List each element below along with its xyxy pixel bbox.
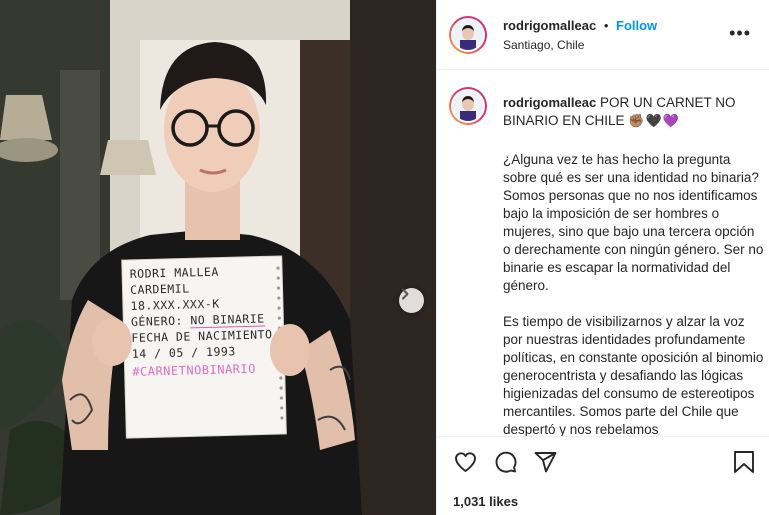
more-options-icon[interactable]: ••• — [729, 24, 751, 42]
carnet-card-text: RODRI MALLEA CARDEMIL 18.XXX.XXX-K GÉNER… — [130, 262, 281, 380]
caption-scroll-area[interactable]: rodrigomalleac POR UN CARNET NO BINARIO … — [437, 71, 769, 436]
caption-avatar[interactable] — [449, 87, 487, 125]
carousel-next-button[interactable] — [399, 288, 424, 313]
caption-emoji: ✊🏽🖤💜 — [628, 113, 680, 128]
caption-header: rodrigomalleac POR UN CARNET NO BINARIO … — [503, 94, 763, 130]
avatar[interactable] — [449, 16, 487, 54]
card-birthdate-value: 14 / 05 / 1993 — [131, 344, 236, 361]
post-photo[interactable]: RODRI MALLEA CARDEMIL 18.XXX.XXX-K GÉNER… — [0, 0, 436, 515]
avatar-image — [453, 91, 483, 121]
header-user-line: rodrigomalleac • Follow — [503, 18, 657, 33]
caption-body: ¿Alguna vez te has hecho la pregunta sob… — [503, 151, 765, 436]
post-actions: 1,031 likes — [437, 436, 769, 515]
follow-button[interactable]: Follow — [616, 18, 657, 33]
post-side-panel: rodrigomalleac • Follow Santiago, Chile … — [436, 0, 769, 515]
caption-username-link[interactable]: rodrigomalleac — [503, 95, 596, 110]
username-link[interactable]: rodrigomalleac — [503, 18, 596, 33]
heart-icon[interactable] — [453, 450, 478, 474]
avatar-image — [453, 20, 483, 50]
likes-count[interactable]: 1,031 likes — [453, 494, 518, 509]
bookmark-icon[interactable] — [733, 450, 755, 474]
comment-icon[interactable] — [493, 450, 518, 474]
card-gender-label: GÉNERO: — [130, 313, 184, 329]
location-link[interactable]: Santiago, Chile — [503, 38, 584, 52]
post-header: rodrigomalleac • Follow Santiago, Chile … — [437, 0, 769, 70]
share-icon[interactable] — [533, 450, 558, 474]
caption-paragraph: Es tiempo de visibilizarnos y alzar la v… — [503, 314, 764, 436]
chevron-right-icon — [402, 288, 409, 300]
photo-illustration — [0, 0, 436, 515]
caption-paragraph: ¿Alguna vez te has hecho la pregunta sob… — [503, 152, 764, 293]
separator-dot: • — [603, 18, 609, 33]
